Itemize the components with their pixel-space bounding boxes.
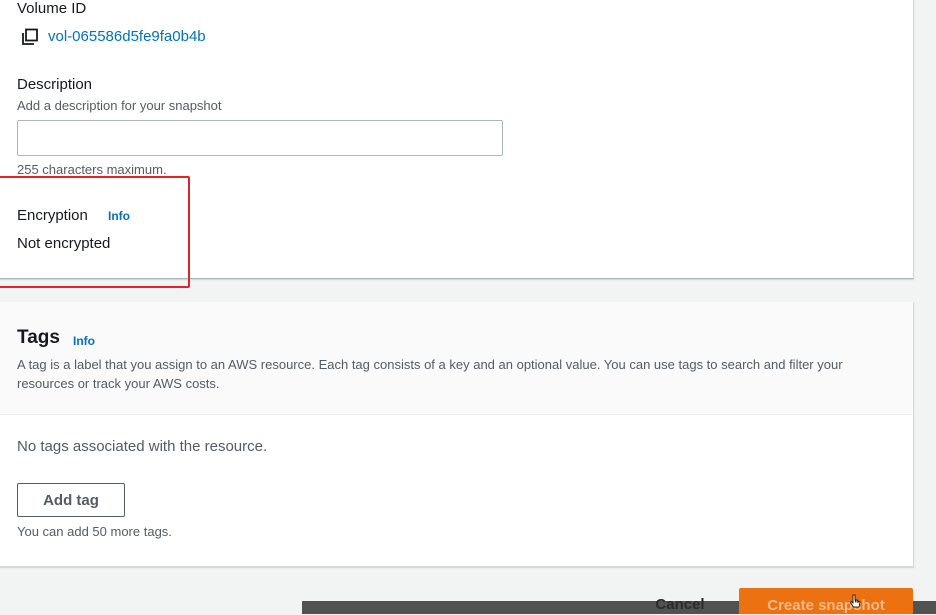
- encryption-label: Encryption: [17, 207, 88, 224]
- description-label: Description: [17, 76, 93, 93]
- create-snapshot-button[interactable]: Create snapshot: [739, 588, 913, 614]
- encryption-value: Not encrypted: [17, 235, 111, 252]
- cancel-button[interactable]: Cancel: [640, 596, 720, 614]
- tags-description: A tag is a label that you assign to an A…: [17, 357, 843, 391]
- description-hint: Add a description for your snapshot: [17, 98, 222, 113]
- tags-info-link[interactable]: Info: [73, 334, 95, 348]
- encryption-info-link[interactable]: Info: [108, 209, 130, 223]
- tag-limit-text: You can add 50 more tags.: [17, 524, 172, 539]
- description-constraint: 255 characters maximum.: [17, 162, 167, 177]
- tags-title: Tags: [17, 327, 60, 348]
- add-tag-button[interactable]: Add tag: [17, 483, 125, 517]
- no-tags-message: No tags associated with the resource.: [17, 438, 268, 455]
- volume-id-label: Volume ID: [17, 0, 87, 17]
- volume-id-link[interactable]: vol-065586d5fe9fa0b4b: [48, 28, 206, 45]
- description-input[interactable]: [17, 120, 503, 156]
- copy-icon[interactable]: [21, 28, 39, 46]
